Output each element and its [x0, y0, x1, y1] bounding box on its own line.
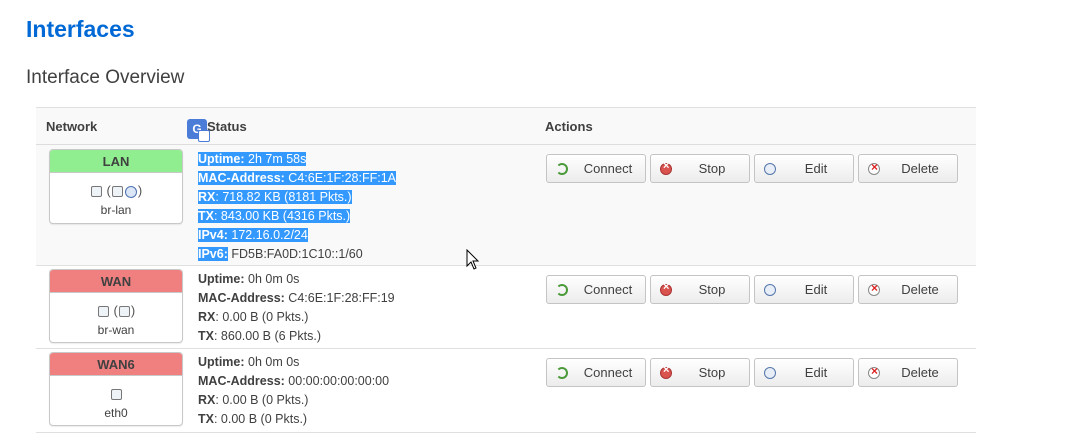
edit-icon	[764, 367, 776, 379]
column-header-actions: Actions	[545, 119, 593, 134]
rx-value: : 718.82 KB (8181 Pkts.)	[215, 190, 352, 204]
edit-icon	[764, 163, 776, 175]
table-row-wan: WAN () br-wan Uptime: 0h 0m 0s MAC-Addre…	[36, 266, 976, 349]
network-name-wan: WAN	[50, 270, 182, 293]
device-name-lan: br-lan	[100, 203, 132, 217]
device-name-wan6: eth0	[104, 406, 128, 420]
stop-icon	[660, 160, 672, 175]
ipv6-value: FD5B:FA0D:1C10::1/60	[231, 247, 363, 261]
interface-table: Network Status Actions G LAN () br-lan U…	[36, 107, 976, 433]
mac-value: 00:00:00:00:00:00	[288, 374, 390, 388]
wireless-icon	[124, 185, 137, 198]
translate-icon[interactable]: G	[187, 119, 210, 142]
connect-button[interactable]: Connect	[546, 358, 646, 387]
bridge-icon	[111, 186, 123, 198]
uptime-value: 2h 7m 58s	[248, 152, 307, 166]
tx-value: : 0.00 B (0 Pkts.)	[213, 412, 308, 426]
refresh-icon	[556, 367, 568, 379]
switch-icon	[97, 306, 109, 318]
edit-button[interactable]: Edit	[754, 358, 854, 387]
table-row-wan6: WAN6 eth0 Uptime: 0h 0m 0s MAC-Address: …	[36, 349, 976, 433]
connect-button[interactable]: Connect	[546, 275, 646, 304]
network-name-lan: LAN	[50, 150, 182, 173]
delete-button[interactable]: Delete	[858, 275, 958, 304]
edit-button[interactable]: Edit	[754, 275, 854, 304]
network-box-lan: LAN () br-lan	[49, 149, 183, 224]
delete-icon	[868, 364, 880, 379]
paren-close: )	[130, 303, 136, 318]
paren-open: (	[106, 183, 111, 198]
column-header-network: Network	[46, 119, 98, 134]
network-box-wan6: WAN6 eth0	[49, 352, 183, 426]
network-name-wan6: WAN6	[50, 353, 182, 376]
mac-value: C4:6E:1F:28:FF:19	[288, 291, 395, 305]
device-name-wan: br-wan	[97, 323, 135, 337]
paren-close: )	[137, 183, 143, 198]
tx-value: : 860.00 B (6 Pkts.)	[213, 329, 321, 343]
status-lan: Uptime: 2h 7m 58s MAC-Address: C4:6E:1F:…	[198, 152, 396, 261]
section-title: Interface Overview	[26, 67, 185, 88]
tx-value: : 843.00 KB (4316 Pkts.)	[213, 209, 351, 223]
delete-button[interactable]: Delete	[858, 154, 958, 183]
network-box-wan: WAN () br-wan	[49, 269, 183, 343]
column-header-status: Status	[207, 119, 247, 134]
refresh-icon	[556, 284, 568, 296]
stop-button[interactable]: Stop	[650, 275, 750, 304]
connect-button[interactable]: Connect	[546, 154, 646, 183]
status-wan: Uptime: 0h 0m 0s MAC-Address: C4:6E:1F:2…	[198, 272, 395, 343]
stop-button[interactable]: Stop	[650, 154, 750, 183]
rx-value: : 0.00 B (0 Pkts.)	[215, 393, 309, 407]
uptime-value: 0h 0m 0s	[248, 272, 300, 286]
paren-open: (	[113, 303, 118, 318]
uptime-value: 0h 0m 0s	[248, 355, 300, 369]
ethernet-icon	[110, 389, 122, 401]
table-header: Network Status Actions G	[36, 108, 976, 145]
page-title: Interfaces	[26, 16, 135, 42]
ipv4-value: 172.16.0.2/24	[231, 228, 308, 242]
rx-value: : 0.00 B (0 Pkts.)	[215, 310, 309, 324]
status-wan6: Uptime: 0h 0m 0s MAC-Address: 00:00:00:0…	[198, 355, 390, 426]
edit-icon	[764, 284, 776, 296]
delete-icon	[868, 281, 880, 296]
table-row-lan: LAN () br-lan Uptime: 2h 7m 58s MAC-Addr…	[36, 145, 976, 266]
bridge-icon	[118, 306, 130, 318]
delete-button[interactable]: Delete	[858, 358, 958, 387]
switch-icon	[90, 186, 102, 198]
delete-icon	[868, 160, 880, 175]
refresh-icon	[556, 163, 568, 175]
stop-icon	[660, 281, 672, 296]
edit-button[interactable]: Edit	[754, 154, 854, 183]
mac-value: C4:6E:1F:28:FF:1A	[288, 171, 396, 185]
stop-icon	[660, 364, 672, 379]
stop-button[interactable]: Stop	[650, 358, 750, 387]
